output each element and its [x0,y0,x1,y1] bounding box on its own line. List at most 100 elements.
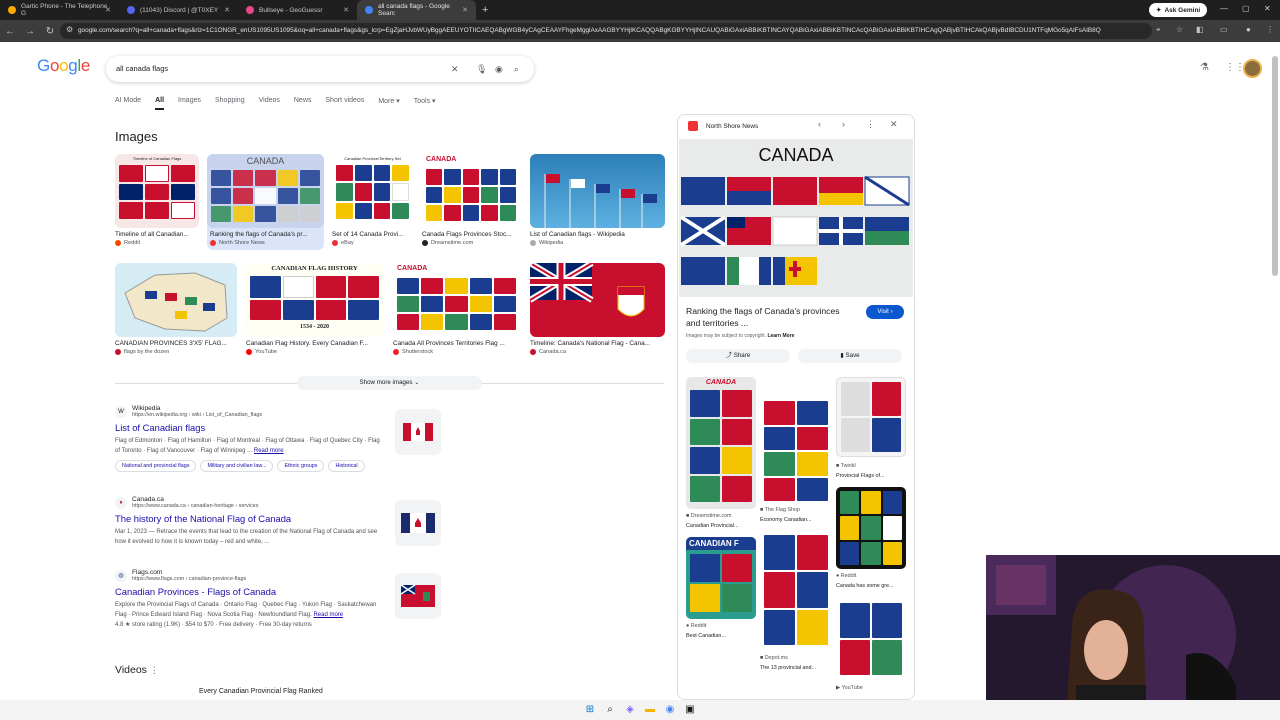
result-thumbnail[interactable] [395,409,441,455]
bookmark-star-icon[interactable]: ☆ [1176,25,1183,34]
avatar[interactable] [1243,59,1262,78]
video-title-link[interactable]: Every Canadian Provincial Flag Ranked [199,688,323,695]
apps-grid-icon[interactable]: ⋮⋮ [1225,62,1245,73]
image-result[interactable]: CANADIAN FLAG HISTORY 1534 - 2020 Canadi… [246,263,383,355]
lens-icon[interactable]: ◉ [495,56,503,82]
search-input[interactable]: all canada flags ✕ 🎙 ◉ ⌕ [106,56,534,82]
result-thumbnail[interactable] [395,573,441,619]
logo-letter: e [80,56,91,75]
show-more-images-button[interactable]: Show more images ⌄ [297,376,482,390]
back-icon[interactable]: ← [0,26,20,37]
reload-icon[interactable]: ↻ [40,26,60,37]
tab-geoguessr[interactable]: Bullseye - GeoGuessr ✕ [238,0,357,20]
close-icon[interactable]: ✕ [462,6,468,14]
chevron-down-icon: ▾ [432,98,436,105]
profile-icon[interactable]: ● [1246,25,1251,34]
previous-icon[interactable]: ‹ [818,119,821,129]
tab-discord[interactable]: (11043) Discord | @T0XEY ✕ [119,0,238,20]
result-title-link[interactable]: Canadian Provinces - Flags of Canada [115,586,385,597]
windows-start-icon[interactable]: ⊞ [584,704,596,716]
tab-gartic[interactable]: Gartic Phone - The Telephone G ✕ [0,0,119,20]
app-icon[interactable]: ▣ [684,704,696,716]
clear-icon[interactable]: ✕ [451,56,459,82]
image-result[interactable]: CANADIAN PROVINCES 3'X5' FLAG... flags b… [115,263,237,355]
read-more-link[interactable]: Read more [254,448,284,454]
ask-gemini-button[interactable]: ✦ Ask Gemini [1149,3,1208,17]
more-options-icon[interactable]: ⋮ [150,665,159,675]
image-result[interactable]: Canadian Province/Territory Set Set of 1… [332,154,413,246]
image-result[interactable]: CANADA Canada All Provinces Territories … [393,263,520,355]
result-thumbnail[interactable] [395,500,441,546]
close-icon[interactable]: ✕ [890,119,898,130]
store-rating: 4.8 ★ store rating (1.9K) · $54 to $70 ·… [115,622,312,628]
share-button[interactable]: ⤴ Share [686,349,790,363]
related-image[interactable] [836,599,906,681]
next-icon[interactable]: › [842,119,845,129]
tab-short-videos[interactable]: Short videos [325,97,364,110]
chrome-icon[interactable]: ◉ [664,704,676,716]
tab-news[interactable]: News [294,97,312,110]
search-icon[interactable]: ⌕ [514,56,519,82]
maximize-icon[interactable]: ▢ [1242,4,1250,13]
tab-ai-mode[interactable]: AI Mode [115,97,141,110]
tab-all[interactable]: All [155,97,165,110]
forward-icon[interactable]: → [20,26,40,37]
file-explorer-icon[interactable]: ▬ [644,704,656,716]
tab-videos[interactable]: Videos [259,97,280,110]
window-close-icon[interactable]: ✕ [1264,4,1271,13]
extensions-icon[interactable]: ◧ [1196,25,1204,34]
image-result[interactable]: CANADA Canada Flags Provinces Stoc... Dr… [422,154,520,246]
cast-icon[interactable]: ▭ [1220,25,1228,34]
related-image[interactable] [836,487,906,569]
tab-google-search[interactable]: all canada flags - Google Searc ✕ [357,0,476,20]
menu-icon[interactable]: ⋮ [1266,25,1274,34]
labs-flask-icon[interactable]: ⚗ [1200,62,1209,73]
preview-image[interactable]: CANADA [679,139,913,297]
related-image[interactable] [760,531,832,651]
sitelink-chip[interactable]: Historical [328,460,365,472]
visit-button[interactable]: Visit › [866,305,904,319]
page-scrollbar[interactable] [1272,56,1278,276]
sitelink-chip[interactable]: Ethnic groups [277,460,325,472]
image-caption: Economy Canadian... [760,517,812,523]
image-source: Shutterstock [402,349,434,355]
save-button[interactable]: ▮ Save [798,349,902,363]
learn-more-link[interactable]: Learn More [767,333,794,339]
image-result-selected[interactable]: CANADA Ranking the flags of Canada's pr.… [207,154,324,250]
result-title-link[interactable]: The history of the National Flag of Cana… [115,513,385,524]
url-bar[interactable]: google.com/search?q=all+canada+flags&rlz… [60,23,1152,39]
image-result[interactable]: List of Canadian flags - Wikipedia Wikip… [530,154,665,246]
google-logo[interactable]: Google [37,56,90,76]
tab-tools[interactable]: Tools ▾ [414,97,436,110]
search-icon[interactable]: ⌕ [604,704,616,716]
tab-shopping[interactable]: Shopping [215,97,245,110]
result-title-link[interactable]: List of Canadian flags [115,422,385,433]
site-info-icon[interactable]: ⚙ [66,25,73,34]
image-result[interactable]: Timeline of Canadian Flags Timeline of a… [115,154,199,246]
depot-icon: ■ [760,655,764,661]
result-site: Wikipedia [132,405,161,412]
new-tab-button[interactable]: + [482,4,488,16]
image-thumbnail: CANADA [393,263,520,337]
tab-more[interactable]: More ▾ [378,97,399,110]
image-source: YouTube [255,349,277,355]
microphone-icon[interactable]: 🎙 [476,56,487,82]
image-result[interactable]: Timeline: Canada's National Flag - Cana.… [530,263,665,355]
close-icon[interactable]: ✕ [343,6,349,14]
close-icon[interactable]: ✕ [224,6,230,14]
sitelink-chip[interactable]: Military and civilian law... [200,460,274,472]
panel-title-link[interactable]: Ranking the flags of Canada's provinces … [686,305,856,329]
location-icon[interactable]: ⌖ [1156,25,1161,35]
related-image[interactable] [836,377,906,457]
more-options-icon[interactable]: ⋮ [866,119,875,130]
related-image[interactable] [760,397,832,505]
related-image[interactable]: CANADIAN F [686,537,756,619]
minimize-icon[interactable]: — [1220,4,1228,13]
sitelink-chip[interactable]: National and provincial flags [115,460,197,472]
read-more-link[interactable]: Read more [313,612,343,618]
copilot-icon[interactable]: ◈ [624,704,636,716]
image-source: Dreamstime.com [431,240,474,246]
related-image[interactable]: CANADA [686,377,756,509]
close-icon[interactable]: ✕ [105,6,111,14]
tab-images[interactable]: Images [178,97,201,110]
